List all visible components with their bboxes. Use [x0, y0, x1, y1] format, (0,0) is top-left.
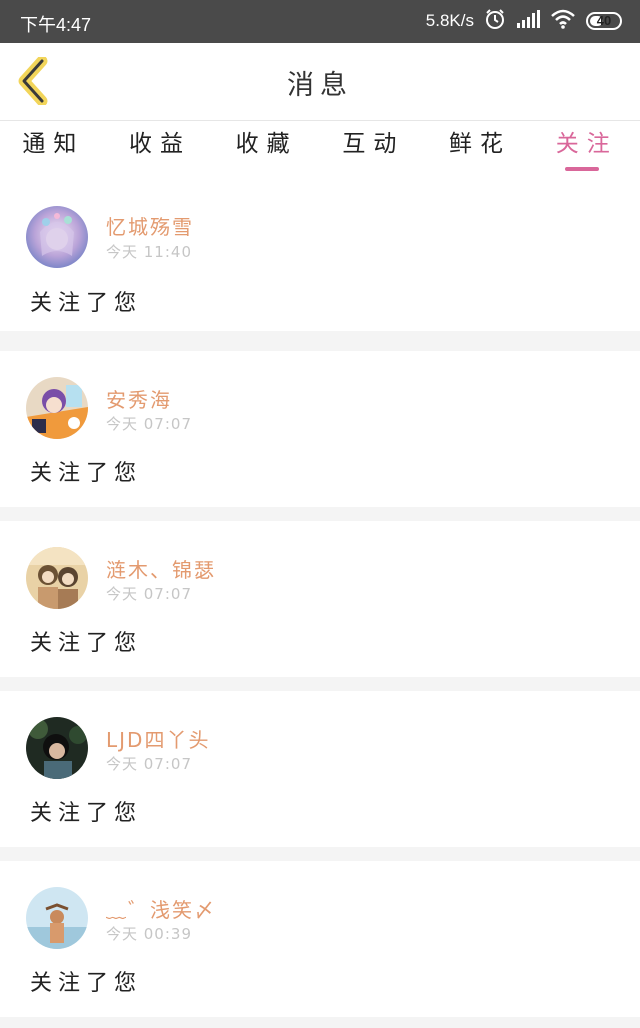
notification-message: 关注了您: [30, 291, 143, 316]
network-speed: 5.8K/s: [425, 11, 474, 30]
wifi-icon: [550, 9, 576, 34]
page-title: 消息: [287, 70, 353, 101]
username[interactable]: LJD四丫头: [106, 724, 210, 753]
tab-notifications[interactable]: 通知: [0, 121, 107, 175]
avatar[interactable]: [26, 717, 88, 779]
username[interactable]: 安秀海: [106, 384, 172, 413]
status-bar: 下午4:47 5.8K/s 40: [0, 0, 640, 43]
header: 消息: [0, 43, 640, 121]
notification-message: 关注了您: [30, 631, 143, 656]
notification-card[interactable]: ﹏゛浅笑〆 今天 00:39 关注了您: [0, 861, 640, 1017]
timestamp: 今天 11:40: [106, 243, 192, 261]
notification-message: 关注了您: [30, 801, 143, 826]
username[interactable]: 忆城殇雪: [106, 211, 194, 240]
tab-bar: 通知 收益 收藏 互动 鲜花 关注: [0, 121, 640, 175]
tab-earnings[interactable]: 收益: [107, 121, 214, 175]
timestamp: 今天 07:07: [106, 415, 192, 433]
avatar[interactable]: [26, 206, 88, 268]
battery-icon: 40: [586, 12, 622, 30]
status-time: 下午4:47: [20, 15, 92, 35]
username[interactable]: 涟木、锦瑟: [106, 554, 216, 583]
notification-message: 关注了您: [30, 971, 143, 996]
timestamp: 今天 00:39: [106, 925, 192, 943]
notification-card[interactable]: 安秀海 今天 07:07 关注了您: [0, 351, 640, 507]
notification-card[interactable]: 忆城殇雪 今天 11:40 关注了您: [0, 175, 640, 331]
notification-message: 关注了您: [30, 461, 143, 486]
username[interactable]: ﹏゛浅笑〆: [106, 894, 216, 923]
tab-favorites[interactable]: 收藏: [213, 121, 320, 175]
timestamp: 今天 07:07: [106, 755, 192, 773]
alarm-icon: [484, 8, 506, 35]
status-right: 5.8K/s 40: [426, 8, 622, 34]
notification-card[interactable]: LJD四丫头 今天 07:07 关注了您: [0, 691, 640, 847]
signal-icon: [516, 9, 540, 34]
tab-follows[interactable]: 关注: [533, 121, 640, 175]
avatar[interactable]: [26, 887, 88, 949]
avatar[interactable]: [26, 547, 88, 609]
active-tab-indicator: [564, 167, 599, 171]
tab-flowers[interactable]: 鲜花: [427, 121, 534, 175]
timestamp: 今天 07:07: [106, 585, 192, 603]
battery-level: 40: [596, 13, 612, 28]
notification-card[interactable]: 涟木、锦瑟 今天 07:07 关注了您: [0, 521, 640, 677]
tab-interactions[interactable]: 互动: [320, 121, 427, 175]
avatar[interactable]: [26, 377, 88, 439]
